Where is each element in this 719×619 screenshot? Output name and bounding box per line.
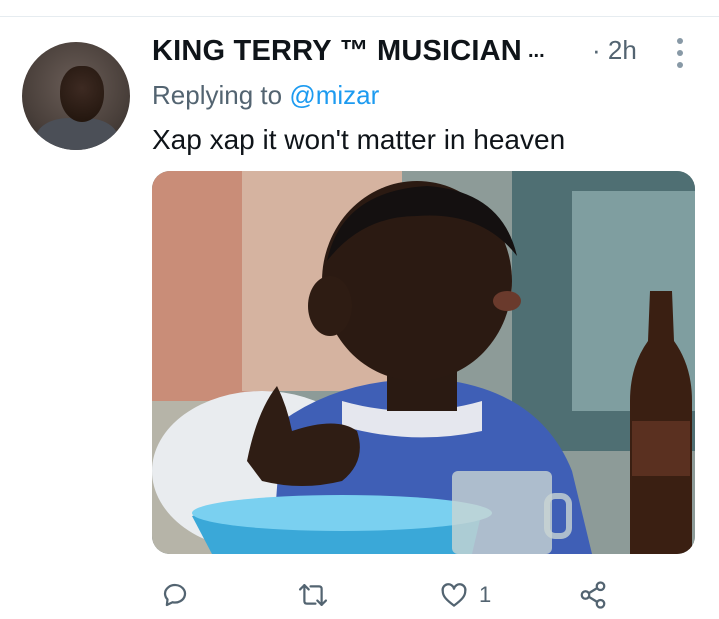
like-count: 1	[479, 582, 492, 607]
share-icon	[580, 581, 606, 609]
avatar[interactable]	[22, 42, 130, 150]
replying-to: Replying to @mizar	[152, 80, 379, 111]
reply-button[interactable]	[160, 575, 200, 615]
media-image	[152, 171, 695, 554]
replying-handle-link[interactable]: @mizar	[289, 80, 379, 110]
retweet-icon	[298, 584, 328, 606]
reply-icon	[163, 583, 187, 607]
avatar-face	[60, 66, 104, 122]
tweet-media[interactable]	[152, 171, 695, 554]
tweet-header: KING TERRY ™ MUSICIAN ...	[152, 34, 545, 68]
replying-prefix: Replying to	[152, 80, 283, 110]
time-separator: ·	[592, 35, 601, 65]
more-vertical-icon[interactable]	[672, 38, 688, 68]
time-label: 2h	[607, 35, 637, 65]
top-divider	[0, 16, 719, 17]
tweet-text: Xap xap it won't matter in heaven	[152, 124, 566, 155]
retweet-button[interactable]	[297, 575, 339, 615]
tweet-actions: 1	[152, 575, 622, 615]
tweet-time[interactable]: · 2h	[592, 35, 637, 66]
avatar-shirt	[36, 118, 118, 150]
like-button[interactable]: 1	[439, 575, 491, 615]
share-button[interactable]	[578, 575, 618, 615]
heart-icon	[441, 583, 467, 607]
name-truncation: ...	[527, 39, 545, 62]
author-name[interactable]: KING TERRY ™ MUSICIAN	[152, 35, 522, 68]
